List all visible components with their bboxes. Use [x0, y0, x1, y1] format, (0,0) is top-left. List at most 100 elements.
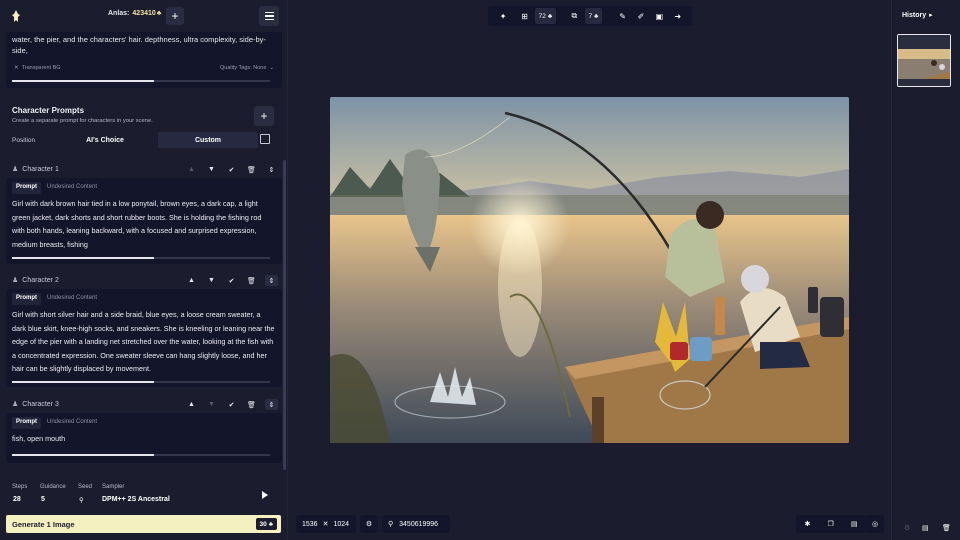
seed-value[interactable]: 3450619996	[399, 521, 438, 528]
menu-button[interactable]	[259, 6, 279, 26]
sampler-value[interactable]: DPM++ 2S Ancestral	[102, 496, 170, 503]
sampler-label: Sampler	[102, 484, 125, 490]
transparent-bg-toggle[interactable]: ✕ Transparent BG	[14, 65, 61, 71]
play-icon[interactable]	[262, 491, 268, 499]
character-3-header: ♟ Character 3 ▲ ▼ ✔ 🗑 ⇕	[6, 396, 282, 412]
arrow-right-icon[interactable]: ➜	[670, 8, 686, 24]
tab-undesired-content[interactable]: Undesired Content	[45, 182, 99, 194]
person-icon: ♟	[12, 166, 19, 173]
history-save-icon[interactable]: ▤	[922, 524, 929, 532]
character-1-header: ♟ Character 1 ▲ ▼ ✔ 🗑 ⇕	[6, 161, 282, 177]
chevron-down-icon: ⌄	[269, 65, 274, 71]
character-prompts-title: Character Prompts	[12, 106, 85, 115]
position-custom-tab[interactable]: Custom	[158, 132, 258, 148]
history-thumbnail[interactable]	[897, 34, 951, 87]
character-2-name: Character 2	[22, 276, 59, 284]
seed-icon[interactable]: ⚲	[79, 496, 84, 504]
anlas-icon: ♣	[268, 520, 273, 528]
base-prompt-token-bar	[12, 80, 270, 82]
character-1-name: Character 1	[22, 165, 59, 173]
tab-prompt[interactable]: Prompt	[12, 293, 41, 305]
seed-icon: ⚲	[388, 521, 394, 528]
novelai-app: Anlas: 423410♣ + water, the pier, and the…	[0, 0, 960, 540]
gear-icon[interactable]: ⚙	[360, 515, 378, 533]
generated-image[interactable]	[330, 97, 849, 443]
target-icon[interactable]: ◎	[866, 515, 884, 533]
base-prompt-box[interactable]: water, the pier, and the characters' hai…	[6, 32, 282, 88]
move-up-icon[interactable]: ▲	[185, 399, 198, 410]
history-title[interactable]: History ▸	[902, 11, 933, 19]
novelai-logo-icon[interactable]	[8, 8, 24, 24]
tab-prompt[interactable]: Prompt	[12, 417, 41, 429]
image-width[interactable]: 1536	[302, 521, 318, 528]
history-settings-icon[interactable]: ⚙	[904, 524, 910, 532]
character-2-header: ♟ Character 2 ▲ ▼ ✔ 🗑 ⇕	[6, 272, 282, 288]
collapse-icon[interactable]: ⇕	[265, 164, 278, 175]
character-3-prompt-text[interactable]: fish, open mouth	[12, 432, 276, 446]
character-3-token-bar	[12, 454, 270, 456]
image-height[interactable]: 1024	[333, 521, 349, 528]
paint-icon[interactable]: ✐	[633, 8, 649, 24]
check-icon[interactable]: ✔	[225, 399, 238, 410]
image-size-control[interactable]: 1536 ✕ 1024	[296, 515, 356, 533]
position-label: Position	[12, 137, 36, 144]
move-down-icon[interactable]: ▼	[205, 164, 218, 175]
pin-icon[interactable]: ✱	[805, 520, 811, 528]
character-prompts-subtitle: Create a separate prompt for characters …	[12, 118, 153, 124]
base-prompt-text-1: water, the pier, and the characters' hai…	[12, 35, 266, 44]
move-down-icon[interactable]: ▼	[205, 399, 218, 410]
upscale-icon[interactable]: ⧉	[566, 8, 582, 24]
enhance-icon[interactable]: ✦	[494, 8, 512, 24]
steps-label: Steps	[12, 484, 28, 490]
check-icon[interactable]: ✔	[225, 275, 238, 286]
move-up-icon[interactable]: ▲	[185, 164, 198, 175]
position-grid-icon[interactable]	[260, 134, 270, 144]
caret-right-icon: ▸	[929, 12, 933, 19]
character-3-body: Prompt Undesired Content fish, open mout…	[6, 413, 282, 463]
generate-button[interactable]: Generate 1 Image 30 ♣	[6, 515, 281, 533]
save-icon[interactable]: ▤	[851, 520, 858, 528]
person-icon: ♟	[12, 277, 19, 284]
character-2-body: Prompt Undesired Content Girl with short…	[6, 289, 282, 387]
tab-undesired-content[interactable]: Undesired Content	[45, 293, 99, 305]
upscale-cost: 7 ♣	[584, 8, 603, 24]
delete-icon[interactable]: 🗑	[245, 164, 258, 175]
settings-scroll-area[interactable]: water, the pier, and the characters' hai…	[6, 32, 282, 472]
fishing-scene-image	[330, 97, 849, 443]
character-1-prompt-text[interactable]: Girl with dark brown hair tied in a low …	[12, 197, 276, 251]
generation-settings: Steps 28 Guidance 5 Seed ⚲ Sampler DPM++…	[0, 478, 288, 512]
seed-control[interactable]: ⚲ 3450619996	[382, 515, 450, 533]
anlas-balance: Anlas: 423410♣	[108, 10, 161, 17]
generate-cost-badge: 30 ♣	[255, 518, 277, 530]
delete-icon[interactable]: 🗑	[245, 399, 258, 410]
steps-value[interactable]: 28	[13, 496, 21, 503]
anlas-value: 423410	[132, 10, 156, 17]
tab-prompt[interactable]: Prompt	[12, 182, 41, 194]
position-ai-choice-tab[interactable]: AI's Choice	[54, 132, 156, 148]
copy-icon[interactable]: ❐	[827, 520, 833, 528]
director-tools-icon[interactable]: ✎	[614, 8, 630, 24]
guidance-value[interactable]: 5	[41, 496, 45, 503]
base-prompt-text-2: side,	[12, 46, 28, 55]
move-down-icon[interactable]: ▼	[205, 275, 218, 286]
left-scrollbar[interactable]	[283, 160, 286, 470]
tab-undesired-content[interactable]: Undesired Content	[45, 417, 99, 429]
quality-tags-dropdown[interactable]: Quality Tags: None ⌄	[220, 65, 274, 71]
check-icon[interactable]: ✔	[225, 164, 238, 175]
delete-icon[interactable]: 🗑	[245, 275, 258, 286]
add-character-button[interactable]: +	[254, 106, 274, 126]
character-2-prompt-text[interactable]: Girl with short silver hair and a side b…	[12, 308, 276, 376]
times-icon: ✕	[322, 521, 329, 528]
character-1-body: Prompt Undesired Content Girl with dark …	[6, 178, 282, 264]
collapse-icon[interactable]: ⇕	[265, 399, 278, 410]
move-up-icon[interactable]: ▲	[185, 275, 198, 286]
history-delete-icon[interactable]: 🗑	[942, 524, 951, 532]
image-toolbar: ✦ ⊞ 72 ♣ ⧉ 7 ♣ ✎ ✐ ▣ ➜	[488, 6, 692, 26]
history-panel: History ▸ ⚙ ▤ 🗑	[891, 0, 960, 540]
left-panel: Anlas: 423410♣ + water, the pier, and the…	[0, 0, 288, 540]
anlas-icon: ♣	[156, 10, 162, 17]
variations-icon[interactable]: ⊞	[516, 8, 532, 24]
buy-anlas-button[interactable]: +	[166, 7, 184, 25]
image-to-image-icon[interactable]: ▣	[651, 8, 667, 24]
collapse-icon[interactable]: ⇕	[265, 275, 278, 286]
